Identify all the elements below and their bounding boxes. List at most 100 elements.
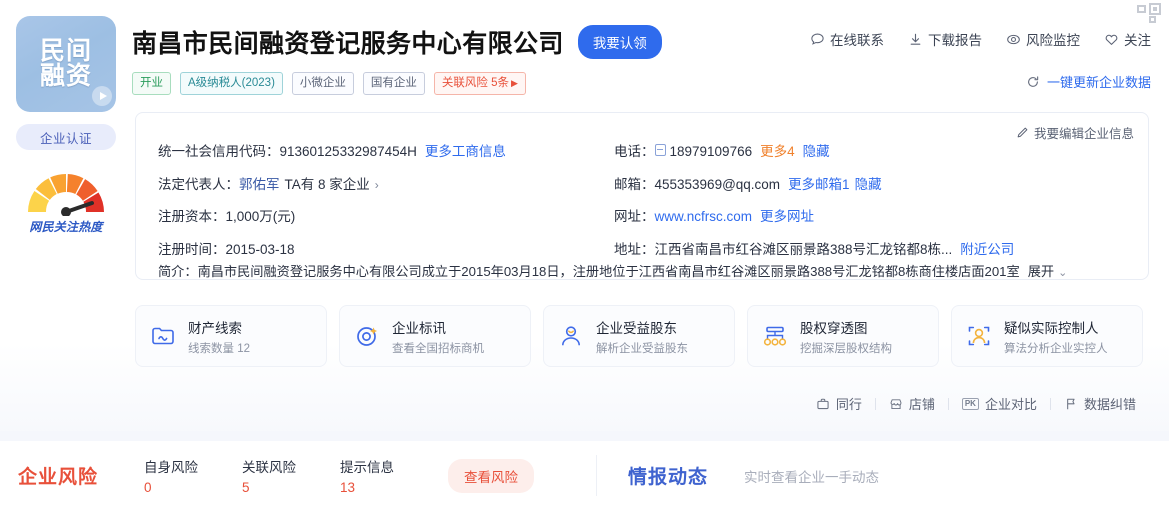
feature-card-property-clue[interactable]: 财产线索 线索数量 12 [135,305,327,367]
feature-card-actual-controller[interactable]: 疑似实际控制人 算法分析企业实控人 [951,305,1143,367]
feature-subtitle: 算法分析企业实控人 [1004,342,1108,355]
edit-company-info-label: 我要编辑企业信息 [1033,127,1134,141]
tag-arrow-icon: ▶ [511,77,518,88]
attention-gauge-label: 网民关注热度 [29,220,103,234]
tag-operating[interactable]: 开业 [132,72,171,95]
risk-stat-label: 提示信息 [340,460,395,475]
more-business-info-link[interactable]: 更多工商信息 [425,142,506,162]
feature-texts: 股权穿透图 挖掘深层股权结构 [800,317,892,356]
company-brief-expand[interactable]: 展开 ⌄ [1028,261,1068,280]
property-clue-icon [152,327,174,345]
data-correction-action[interactable]: 数据纠错 [1051,394,1149,413]
more-phones-link[interactable]: 更多4 [760,142,795,162]
beneficiary-person-icon [562,326,580,346]
feature-card-bid-news[interactable]: 企业标讯 查看全国招标商机 [339,305,531,367]
email-row: 邮箱： 455353969@qq.com 更多邮箱1 隐藏 [614,175,1132,195]
feature-card-beneficiary-shareholder[interactable]: 企业受益股东 解析企业受益股东 [543,305,735,367]
controller-scan-icon [968,326,990,346]
refresh-company-data-action[interactable]: 一键更新企业数据 [1026,72,1151,91]
company-brief-row: 简介： 南昌市民间融资登记服务中心有限公司成立于2015年03月18日，注册地位… [158,261,1132,280]
company-brief-expand-label: 展开 [1027,264,1055,279]
website-value[interactable]: www.ncfrsc.com [655,207,753,227]
registered-capital-label: 注册资本： [158,209,226,225]
hide-phones-link[interactable]: 隐藏 [803,142,830,162]
company-logo[interactable]: 民间 融资 [16,16,116,112]
view-risk-button[interactable]: 查看风险 [448,458,535,493]
risk-stat-value: 0 [144,480,152,495]
shop-action[interactable]: 店铺 [876,394,948,413]
feature-title: 疑似实际控制人 [1004,320,1099,336]
download-report-action[interactable]: 下载报告 [908,29,982,49]
claim-button[interactable]: 我要认领 [577,25,662,59]
data-correction-label: 数据纠错 [1083,397,1136,412]
phone-value: 18979109766 [669,144,753,159]
bid-target-icon [357,327,377,346]
company-compare-action[interactable]: PK 企业对比 [949,394,1050,413]
credit-code-label: 统一社会信用代码： [158,144,280,159]
company-risk-section: 企业风险 自身风险 0 关联风险 5 提示信息 13 查看风险 [18,441,535,509]
credit-code-row: 统一社会信用代码： 91360125332987454H 更多工商信息 [158,142,614,162]
refresh-company-data-label: 一键更新企业数据 [1046,75,1151,90]
legal-rep-row: 法定代表人： 郭佑军 TA有 8 家企业 › [158,175,614,195]
registered-capital-row: 注册资本： 1,000万(元) [158,207,614,227]
feature-title: 企业受益股东 [596,320,677,336]
feature-title: 股权穿透图 [800,320,868,336]
risk-stat-label: 关联风险 [242,460,297,475]
more-websites-link[interactable]: 更多网址 [760,207,814,227]
tag-taxpayer-grade[interactable]: A级纳税人(2023) [180,72,283,95]
risk-stat-value: 5 [242,480,250,495]
nearby-companies-link[interactable]: 附近公司 [960,240,1014,260]
company-info-card: 我要编辑企业信息 统一社会信用代码： 91360125332987454H 更多… [135,112,1149,280]
enterprise-certification-badge[interactable]: 企业认证 [16,124,116,150]
tag-related-risk[interactable]: 关联风险 5条 ▶ [433,72,526,95]
tag-small-micro-enterprise[interactable]: 小微企业 [291,72,354,95]
address-label: 地址： [614,241,655,257]
legal-rep-name[interactable]: 郭佑军 [239,175,280,195]
logo-line-2: 融资 [39,62,92,90]
report-error-icon [1067,398,1075,409]
logo-line-1: 民间 [39,36,92,65]
play-icon[interactable] [92,86,112,106]
risk-stat-notice[interactable]: 提示信息 13 [340,456,394,495]
download-icon [910,33,921,45]
email-value: 455353969@qq.com [654,176,781,192]
feature-texts: 财产线索 线索数量 12 [188,317,250,356]
chat-icon [811,33,824,45]
eye-icon [1007,34,1020,44]
company-risk-title: 企业风险 [18,467,99,488]
qrcode-icon[interactable] [1137,2,1163,26]
chevron-right-icon: › [374,177,379,192]
company-detail-page: 民间 融资 企业认证 网民关注热度 南昌市民间融资登记服务中心有限公司 我要认领… [0,0,1169,509]
tag-related-risk-label: 关联风险 5条 [441,76,510,89]
pk-icon: PK [961,397,979,410]
online-contact-action[interactable]: 在线联系 [810,29,884,49]
tag-state-owned-enterprise[interactable]: 国有企业 [362,72,425,95]
feature-subtitle: 解析企业受益股东 [596,342,688,355]
info-column-left: 统一社会信用代码： 91360125332987454H 更多工商信息 法定代表… [158,142,614,272]
info-columns: 统一社会信用代码： 91360125332987454H 更多工商信息 法定代表… [158,142,1132,272]
risk-stat-self[interactable]: 自身风险 0 [144,456,198,495]
more-emails-link[interactable]: 更多邮箱1 [788,175,850,195]
risk-stat-related[interactable]: 关联风险 5 [242,456,296,495]
hide-emails-link[interactable]: 隐藏 [855,175,882,195]
feature-texts: 企业受益股东 解析企业受益股东 [596,317,688,356]
phone-label: 电话： [614,144,655,159]
divider [596,455,597,496]
edit-company-info-action[interactable]: 我要编辑企业信息 [1016,123,1134,142]
intelligence-section: 情报动态 实时查看企业一手动态 [628,441,879,509]
peers-action[interactable]: 同行 [803,394,875,413]
website-row: 网址： www.ncfrsc.com 更多网址 [614,207,1132,227]
follow-label: 关注 [1124,33,1151,48]
company-logo-text: 民间 融资 [39,36,92,90]
legal-rep-company-count[interactable]: TA有 8 家企业 [285,175,370,195]
feature-texts: 企业标讯 查看全国招标商机 [392,317,484,356]
follow-action[interactable]: 关注 [1104,29,1151,49]
tag-list: 开业 A级纳税人(2023) 小微企业 国有企业 关联风险 5条 ▶ [132,72,1151,95]
left-rail: 民间 融资 企业认证 网民关注热度 [16,16,120,235]
refresh-icon [1028,75,1039,87]
feature-card-equity-penetration[interactable]: 股权穿透图 挖掘深层股权结构 [747,305,939,367]
phone-icon [654,144,666,156]
equity-chart-icon [763,326,787,346]
website-label: 网址： [614,209,655,225]
risk-monitor-action[interactable]: 风险监控 [1006,29,1080,49]
